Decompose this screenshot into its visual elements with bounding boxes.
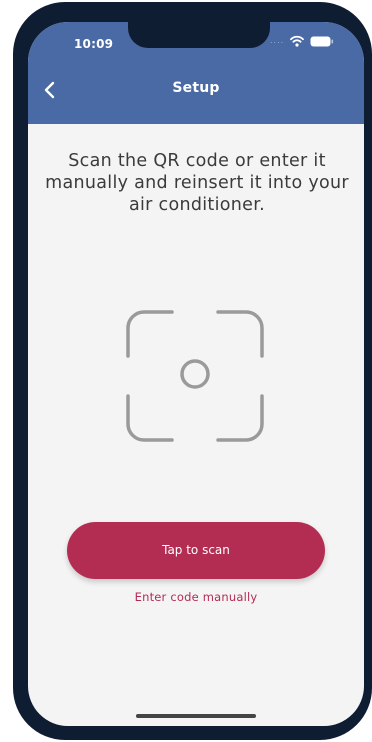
app-screen: 10:09 .... Setup Scan the QR code or ent… <box>28 22 364 726</box>
home-indicator <box>136 714 256 718</box>
signal-icon: .... <box>270 36 285 45</box>
tap-to-scan-button[interactable]: Tap to scan <box>67 522 325 579</box>
wifi-icon <box>290 35 304 47</box>
app-header: 10:09 .... Setup <box>28 22 364 124</box>
enter-code-manually-link[interactable]: Enter code manually <box>28 590 364 604</box>
page-title: Setup <box>172 80 220 96</box>
device-notch <box>128 22 270 48</box>
instruction-text: Scan the QR code or enter it manually an… <box>45 151 349 215</box>
status-time: 10:09 <box>74 37 114 51</box>
qr-scan-frame-icon <box>126 310 264 442</box>
battery-icon <box>310 36 334 47</box>
